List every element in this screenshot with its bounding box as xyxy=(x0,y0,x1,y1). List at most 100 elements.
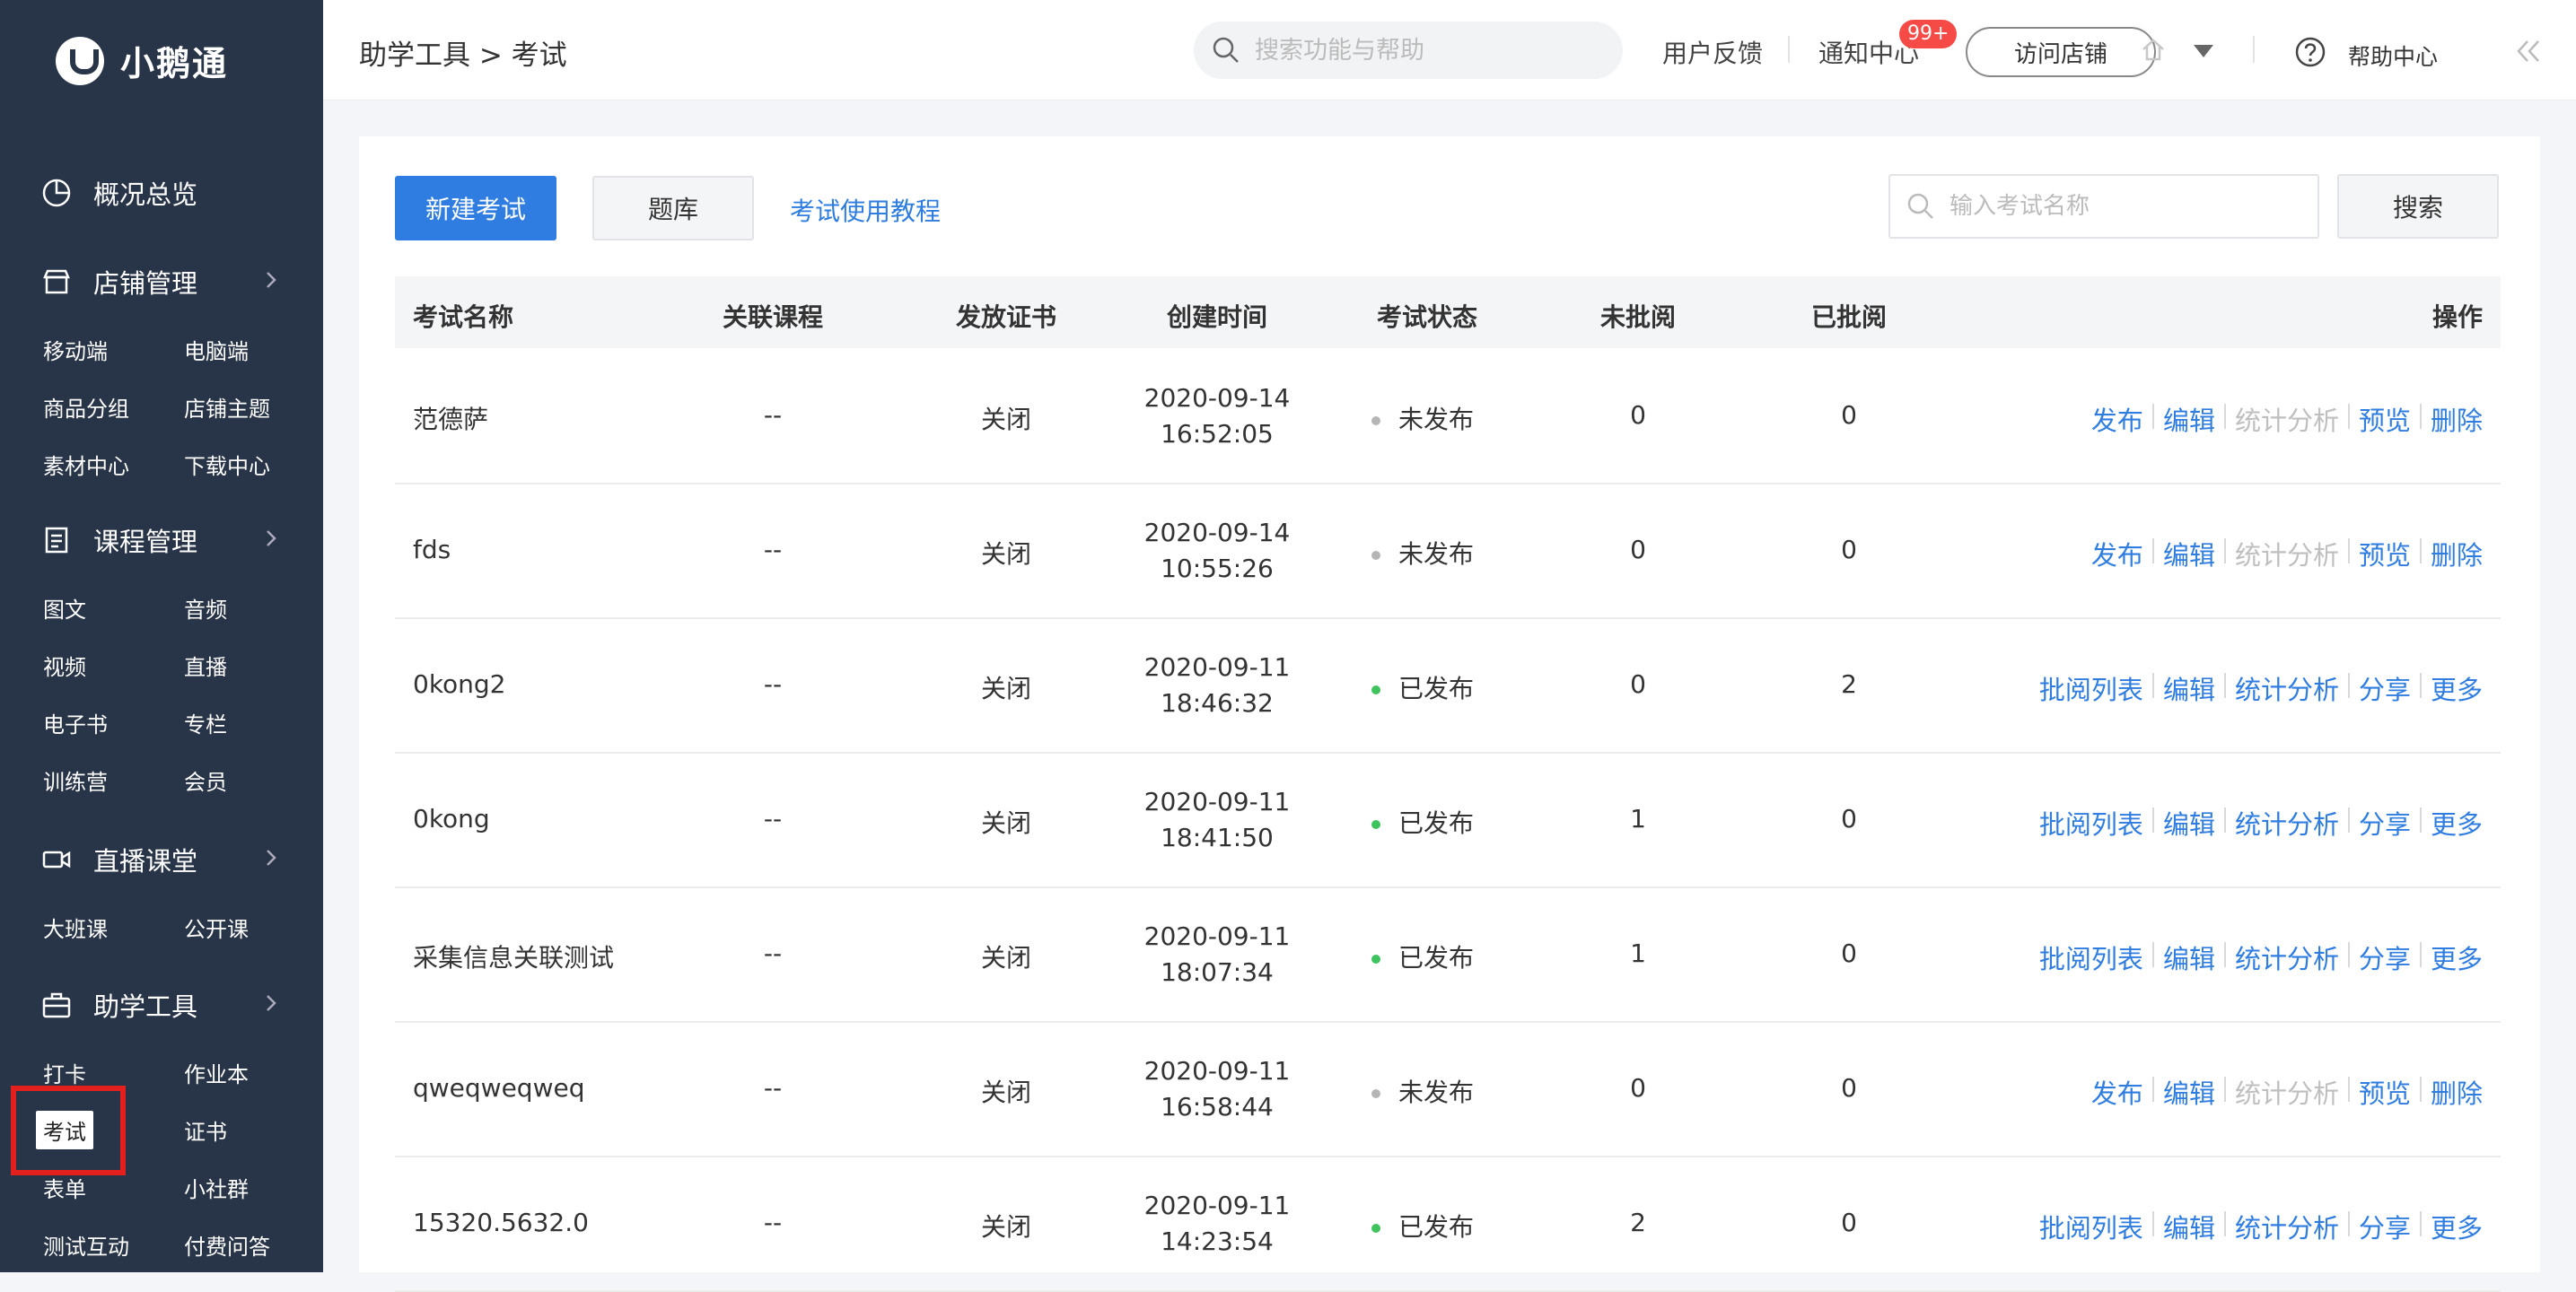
search-button[interactable]: 搜索 xyxy=(2337,174,2499,239)
sidebar-section-overview[interactable]: 概况总览 xyxy=(41,166,284,220)
sidebar-item-mobile[interactable]: 移动端 xyxy=(43,334,108,365)
sidebar-section-live-class[interactable]: 直播课堂 xyxy=(41,833,284,886)
sidebar-item-open-class[interactable]: 公开课 xyxy=(184,912,249,943)
sidebar-item-video[interactable]: 视频 xyxy=(43,650,86,681)
sidebar-item-product-groups[interactable]: 商品分组 xyxy=(43,391,129,423)
global-search-input[interactable] xyxy=(1253,35,1594,65)
feedback-link[interactable]: 用户反馈 xyxy=(1662,34,1763,70)
status-dot-icon xyxy=(1371,955,1380,964)
action-divider xyxy=(2151,1211,2154,1236)
sidebar-item-live[interactable]: 直播 xyxy=(184,650,227,681)
brand[interactable]: 小鹅通 xyxy=(56,36,228,85)
sidebar-item-homework[interactable]: 作业本 xyxy=(184,1057,249,1088)
action-link[interactable]: 分享 xyxy=(2359,938,2411,976)
exam-search-input[interactable] xyxy=(1948,192,2307,221)
sidebar-item-download-center[interactable]: 下载中心 xyxy=(184,449,270,480)
action-link[interactable]: 预览 xyxy=(2359,400,2411,438)
action-link[interactable]: 统计分析 xyxy=(2235,1208,2339,1245)
linked-course: -- xyxy=(763,938,783,968)
action-link[interactable]: 发布 xyxy=(2091,1073,2143,1111)
exam-status: 未发布 xyxy=(1371,535,1474,571)
action-link[interactable]: 编辑 xyxy=(2163,669,2215,707)
home-icon[interactable] xyxy=(2140,36,2167,63)
exam-name: 0kong2 xyxy=(413,669,506,699)
unreviewed-count: 0 xyxy=(1630,669,1646,699)
sidebar-item-quiz[interactable]: 测试互动 xyxy=(43,1229,129,1261)
table-row: 0kong2 -- 关闭 2020-09-11 18:46:32 已发布 0 2 批阅列表 编辑统… xyxy=(395,619,2501,754)
brand-name: 小鹅通 xyxy=(120,44,229,83)
exam-search-box[interactable] xyxy=(1888,174,2319,239)
action-link[interactable]: 统计分析 xyxy=(2235,804,2339,842)
question-bank-button[interactable]: 题库 xyxy=(592,176,754,240)
sidebar-item-column[interactable]: 专栏 xyxy=(184,707,227,738)
sidebar-section-label: 课程管理 xyxy=(93,527,198,557)
sidebar-item-checkin[interactable]: 打卡 xyxy=(43,1057,86,1088)
video-camera-icon xyxy=(41,844,72,875)
sidebar-item-membership[interactable]: 会员 xyxy=(184,764,227,796)
sidebar-item-desktop[interactable]: 电脑端 xyxy=(184,334,249,365)
action-link[interactable]: 预览 xyxy=(2359,535,2411,572)
action-link[interactable]: 发布 xyxy=(2091,400,2143,438)
action-link[interactable]: 统计分析 xyxy=(2235,669,2339,707)
linked-course: -- xyxy=(763,669,783,699)
sidebar-section-store[interactable]: 店铺管理 xyxy=(41,255,284,309)
sidebar-item-audio[interactable]: 音频 xyxy=(184,592,227,624)
action-link: 统计分析 xyxy=(2234,540,2339,571)
sidebar-item-community[interactable]: 小社群 xyxy=(184,1172,249,1203)
action-link[interactable]: 更多 xyxy=(2431,1208,2483,1245)
global-search[interactable] xyxy=(1194,22,1623,79)
sidebar-item-store-theme[interactable]: 店铺主题 xyxy=(184,391,270,423)
action-link[interactable]: 批阅列表 xyxy=(2039,804,2143,842)
action-divider xyxy=(2223,538,2226,563)
sidebar-item-camp[interactable]: 训练营 xyxy=(43,764,108,796)
action-link[interactable]: 更多 xyxy=(2431,938,2483,976)
store-icon xyxy=(41,266,72,297)
action-link[interactable]: 更多 xyxy=(2431,804,2483,842)
action-link[interactable]: 发布 xyxy=(2091,535,2143,572)
sidebar-item-ebook[interactable]: 电子书 xyxy=(43,707,108,738)
action-link[interactable]: 删除 xyxy=(2431,400,2483,438)
sidebar-section-course[interactable]: 课程管理 xyxy=(41,513,284,567)
action-link[interactable]: 统计分析 xyxy=(2235,938,2339,976)
exam-status: 已发布 xyxy=(1371,804,1474,840)
created-date: 2020-09-11 xyxy=(1143,1191,1291,1220)
action-link[interactable]: 批阅列表 xyxy=(2039,1208,2143,1245)
action-link[interactable]: 批阅列表 xyxy=(2039,938,2143,976)
collapse-double-chevron-icon[interactable] xyxy=(2513,38,2544,65)
column-header-actions: 操作 xyxy=(2431,302,2483,332)
table-row: 采集信息关联测试 -- 关闭 2020-09-11 18:07:34 已发布 1 0 批阅列表编… xyxy=(395,888,2501,1023)
action-link[interactable]: 预览 xyxy=(2359,1073,2411,1111)
action-link[interactable]: 编辑 xyxy=(2163,535,2215,572)
action-divider xyxy=(2151,808,2154,833)
dropdown-caret-icon[interactable] xyxy=(2194,45,2213,57)
help-center-link[interactable]: 帮助中心 xyxy=(2348,39,2438,72)
exam-tutorial-link[interactable]: 考试使用教程 xyxy=(790,192,941,228)
action-link[interactable]: 编辑 xyxy=(2163,1073,2215,1111)
visit-store-button[interactable]: 访问店铺 xyxy=(1966,27,2156,77)
reviewed-count: 2 xyxy=(1841,669,1857,699)
action-link[interactable]: 编辑 xyxy=(2163,938,2215,976)
table-row: 范德萨 -- 关闭 2020-09-14 16:52:05 未发布 0 0 发布 编辑 统计分析 预览… xyxy=(395,350,2501,484)
sidebar-item-paid-qa[interactable]: 付费问答 xyxy=(184,1229,270,1261)
new-exam-button[interactable]: 新建考试 xyxy=(395,176,556,240)
action-link[interactable]: 批阅列表 xyxy=(2039,669,2143,707)
action-link[interactable]: 编辑 xyxy=(2163,1208,2215,1245)
table-row: fds -- 关闭 2020-09-14 10:55:26 未发布 0 0 发布 编辑 统计分析 预览… xyxy=(395,484,2501,619)
help-icon[interactable] xyxy=(2294,36,2326,68)
action-link[interactable]: 删除 xyxy=(2431,1073,2483,1111)
sidebar-item-certificate[interactable]: 证书 xyxy=(184,1114,227,1146)
action-divider xyxy=(2151,673,2154,698)
sidebar-item-material-center[interactable]: 素材中心 xyxy=(43,449,129,480)
action-link[interactable]: 编辑 xyxy=(2163,400,2215,438)
sidebar-item-large-class[interactable]: 大班课 xyxy=(43,912,108,943)
status-text: 已发布 xyxy=(1398,674,1475,703)
action-link[interactable]: 分享 xyxy=(2359,804,2411,842)
action-link[interactable]: 分享 xyxy=(2359,1208,2411,1245)
action-link[interactable]: 删除 xyxy=(2431,535,2483,572)
action-link[interactable]: 分享 xyxy=(2359,669,2411,707)
sidebar-section-study-tools[interactable]: 助学工具 xyxy=(41,978,284,1032)
sidebar-item-article[interactable]: 图文 xyxy=(43,592,86,624)
action-link[interactable]: 更多 xyxy=(2431,669,2483,707)
sidebar-item-form[interactable]: 表单 xyxy=(43,1172,86,1203)
action-link[interactable]: 编辑 xyxy=(2163,804,2215,842)
